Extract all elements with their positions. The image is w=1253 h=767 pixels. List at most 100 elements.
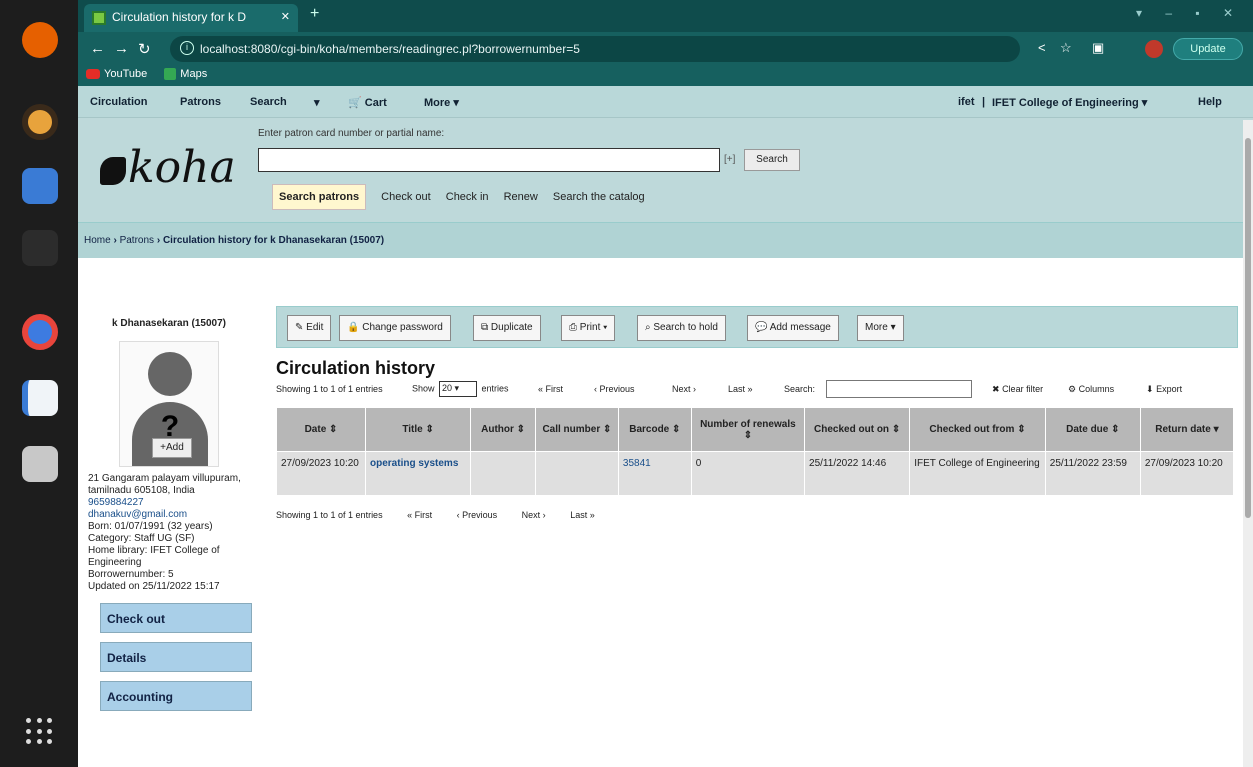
col-checked-out-from[interactable]: Checked out from ⇕ xyxy=(909,407,1046,452)
previous-page-link[interactable]: ‹ Previous xyxy=(594,384,635,394)
document-viewer-icon[interactable] xyxy=(22,380,58,416)
download-icon: ⬇ xyxy=(1146,384,1154,394)
cell-checked-out-from: IFET College of Engineering xyxy=(909,451,1046,496)
change-password-button[interactable]: 🔒 Change password xyxy=(339,315,451,341)
back-icon[interactable]: ← xyxy=(90,40,105,57)
cell-barcode-link[interactable]: 35841 xyxy=(617,451,692,496)
patron-category: Category: Staff UG (SF) xyxy=(88,533,195,544)
edit-button[interactable]: ✎ Edit xyxy=(287,315,332,341)
patron-phone[interactable]: 9659884227 xyxy=(88,497,254,509)
next-page-link[interactable]: Next › xyxy=(672,384,696,394)
close-tab-icon[interactable]: ✕ xyxy=(281,10,290,23)
search-subtabs: Search patrons Check out Check in Renew … xyxy=(272,184,657,210)
side-menu-details[interactable]: Details xyxy=(100,642,252,672)
col-date-due[interactable]: Date due ⇕ xyxy=(1044,407,1141,452)
bookmark-star-icon[interactable]: ☆ xyxy=(1060,40,1072,56)
files-icon[interactable] xyxy=(22,446,58,482)
col-call-number[interactable]: Call number ⇕ xyxy=(534,407,619,452)
bottom-previous-link[interactable]: ‹ Previous xyxy=(457,510,498,520)
cell-author xyxy=(470,451,536,496)
tab-check-out[interactable]: Check out xyxy=(381,191,431,203)
koha-logo[interactable]: koha xyxy=(100,142,236,193)
breadcrumb-patrons[interactable]: Patrons xyxy=(120,235,154,246)
pencil-icon: ✎ xyxy=(295,322,304,333)
bookmark-youtube[interactable]: YouTube xyxy=(86,68,147,80)
chrome-icon[interactable] xyxy=(22,314,58,350)
update-button[interactable]: Update xyxy=(1173,38,1243,60)
bottom-first-link[interactable]: « First xyxy=(407,510,432,520)
bottom-last-link[interactable]: Last » xyxy=(570,510,595,520)
columns-button[interactable]: ⚙ Columns xyxy=(1068,384,1114,395)
search-hint: Enter patron card number or partial name… xyxy=(258,128,445,139)
page-size-select[interactable]: 20 ▾ xyxy=(439,381,478,397)
show-apps-icon[interactable] xyxy=(26,718,54,746)
reload-icon[interactable]: ↻ xyxy=(138,40,151,58)
tab-renew[interactable]: Renew xyxy=(504,191,538,203)
window-controls-icon[interactable]: ▾ – ▪ ✕ xyxy=(1136,6,1243,20)
search-button[interactable]: Search xyxy=(744,149,800,171)
nav-circulation[interactable]: Circulation xyxy=(90,96,147,108)
new-tab-icon[interactable]: + xyxy=(310,5,319,23)
bottom-next-link[interactable]: Next › xyxy=(522,510,546,520)
col-renewals[interactable]: Number of renewals ⇕ xyxy=(690,407,806,452)
logged-in-user[interactable]: ifet xyxy=(958,96,975,108)
more-button[interactable]: More ▾ xyxy=(857,315,904,341)
col-return-date[interactable]: Return date ▾ xyxy=(1139,407,1235,452)
text-editor-icon[interactable] xyxy=(22,168,58,204)
browser-tab[interactable]: Circulation history for k D ✕ xyxy=(84,4,298,32)
terminal-icon[interactable] xyxy=(22,230,58,266)
breadcrumb-home[interactable]: Home xyxy=(84,235,111,246)
clear-filter-button[interactable]: ✖ Clear filter xyxy=(992,384,1043,395)
url-text: localhost:8080/cgi-bin/koha/members/read… xyxy=(200,42,580,56)
side-menu-check-out[interactable]: Check out xyxy=(100,603,252,633)
tab-search-patrons[interactable]: Search patrons xyxy=(272,184,367,210)
duplicate-button[interactable]: ⧉ Duplicate xyxy=(473,315,541,341)
firefox-icon[interactable] xyxy=(22,22,58,58)
address-bar[interactable]: i localhost:8080/cgi-bin/koha/members/re… xyxy=(170,36,1020,62)
col-date[interactable]: Date ⇕ xyxy=(275,407,367,452)
patron-email[interactable]: dhanakuv@gmail.com xyxy=(88,509,254,521)
tab-check-in[interactable]: Check in xyxy=(446,191,489,203)
col-author[interactable]: Author ⇕ xyxy=(470,407,536,452)
patron-toolbar: ✎ Edit 🔒 Change password ⧉ Duplicate ⎙ P… xyxy=(276,306,1238,348)
separator: | xyxy=(982,96,986,108)
search-dropdown-icon[interactable]: ▾ xyxy=(314,96,320,109)
advanced-search-toggle[interactable]: [+] xyxy=(724,154,735,165)
add-message-button[interactable]: 💬 Add message xyxy=(747,315,839,341)
nav-help[interactable]: Help xyxy=(1198,96,1222,108)
sidebar-icon[interactable]: ▣ xyxy=(1092,40,1104,56)
entries-info: Showing 1 to 1 of 1 entries xyxy=(276,384,383,394)
nav-patrons[interactable]: Patrons xyxy=(180,96,221,108)
cell-title-link[interactable]: operating systems xyxy=(365,451,472,496)
export-button[interactable]: ⬇ Export xyxy=(1146,384,1182,395)
circulation-history-table: Date ⇕ Title ⇕ Author ⇕ Call number ⇕ Ba… xyxy=(275,407,1235,496)
search-to-hold-button[interactable]: ⌕ Search to hold xyxy=(637,315,726,341)
col-title[interactable]: Title ⇕ xyxy=(365,407,472,452)
page-scrollbar[interactable] xyxy=(1243,120,1253,767)
nav-search[interactable]: Search xyxy=(250,96,287,108)
add-photo-button[interactable]: +Add xyxy=(152,438,192,458)
rhythmbox-icon[interactable] xyxy=(22,104,58,140)
first-page-link[interactable]: « First xyxy=(538,384,563,394)
cell-return-date: 27/09/2023 10:20 xyxy=(1139,451,1235,496)
col-checked-out-on[interactable]: Checked out on ⇕ xyxy=(804,407,911,452)
table-header-row: Date ⇕ Title ⇕ Author ⇕ Call number ⇕ Ba… xyxy=(275,407,1235,452)
patron-search-input[interactable] xyxy=(258,148,720,172)
scrollbar-thumb[interactable] xyxy=(1245,138,1251,518)
nav-more[interactable]: More ▾ xyxy=(424,96,459,109)
site-info-icon[interactable]: i xyxy=(180,41,194,55)
breadcrumb-current: Circulation history for k Dhanasekaran (… xyxy=(162,235,385,246)
main-area: k Dhanasekaran (15007) ? +Add 21 Gangara… xyxy=(78,292,1243,767)
tab-search-catalog[interactable]: Search the catalog xyxy=(553,191,645,203)
profile-avatar[interactable] xyxy=(1145,40,1163,58)
library-selector[interactable]: IFET College of Engineering ▾ xyxy=(992,96,1147,109)
side-menu-accounting[interactable]: Accounting xyxy=(100,681,252,711)
table-search-input[interactable] xyxy=(826,380,972,398)
last-page-link[interactable]: Last » xyxy=(728,384,753,394)
bookmark-maps[interactable]: Maps xyxy=(164,68,207,81)
nav-cart[interactable]: 🛒 Cart xyxy=(348,96,387,109)
share-icon[interactable]: < xyxy=(1038,40,1046,55)
col-barcode[interactable]: Barcode ⇕ xyxy=(617,407,692,452)
forward-icon[interactable]: → xyxy=(114,40,129,57)
print-button[interactable]: ⎙ Print ▾ xyxy=(561,315,616,341)
